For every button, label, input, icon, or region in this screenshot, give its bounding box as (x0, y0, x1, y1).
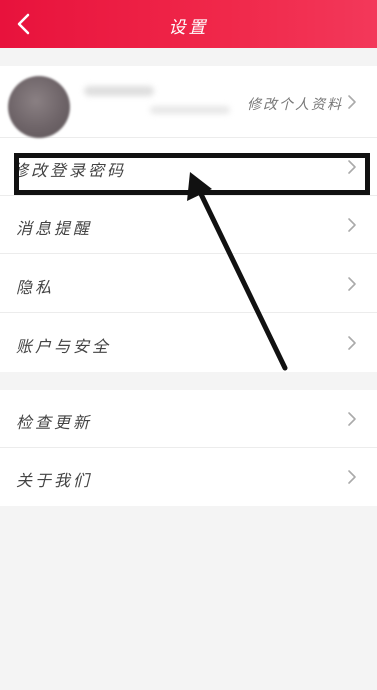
settings-item-check-update[interactable]: 检查更新 (0, 390, 377, 448)
settings-item-about-us[interactable]: 关于我们 (0, 448, 377, 506)
blurred-user-info (150, 106, 230, 114)
settings-item-privacy[interactable]: 隐私 (0, 254, 377, 313)
chevron-right-icon (348, 218, 356, 232)
settings-group-about: 检查更新 关于我们 (0, 390, 377, 506)
header-bar: 设置 (0, 0, 377, 48)
settings-page: 设置 修改个人资料 修改登录密码 消息提醒 隐私 账户与安全 检查更新 关于我们 (0, 0, 377, 690)
avatar (8, 76, 70, 138)
settings-item-notifications[interactable]: 消息提醒 (0, 196, 377, 254)
settings-item-account-security[interactable]: 账户与安全 (0, 313, 377, 372)
chevron-right-icon (348, 277, 356, 291)
chevron-right-icon (348, 470, 356, 484)
settings-item-label: 关于我们 (16, 471, 93, 490)
annotation-highlight-box (14, 153, 370, 195)
settings-item-label: 消息提醒 (16, 219, 93, 238)
blurred-username (84, 86, 154, 96)
settings-item-label: 隐私 (16, 278, 55, 297)
settings-item-label: 检查更新 (16, 413, 93, 432)
profile-row[interactable]: 修改个人资料 (0, 66, 377, 138)
settings-item-label: 账户与安全 (16, 337, 112, 356)
chevron-right-icon (348, 412, 356, 426)
chevron-right-icon (348, 95, 356, 109)
chevron-right-icon (348, 336, 356, 350)
settings-group-account: 修改个人资料 修改登录密码 消息提醒 隐私 账户与安全 (0, 66, 377, 372)
page-title: 设置 (168, 18, 209, 38)
edit-profile-link[interactable]: 修改个人资料 (247, 94, 343, 114)
